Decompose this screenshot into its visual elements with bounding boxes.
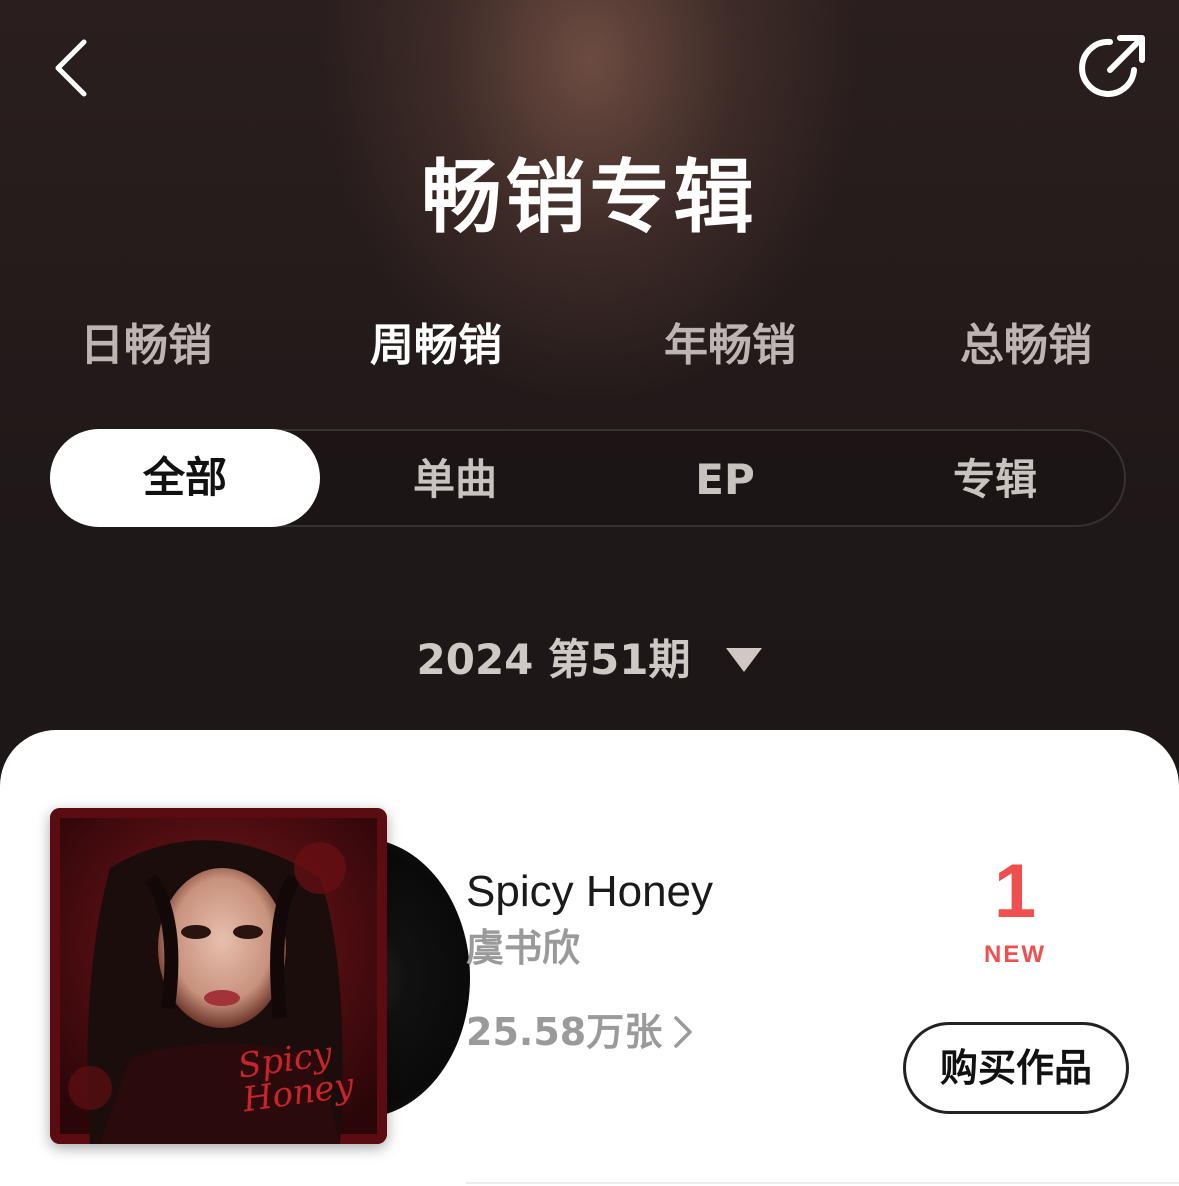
issue-label: 2024 第51期 — [416, 635, 691, 684]
tab-all-time[interactable]: 总畅销 — [960, 316, 1092, 376]
chevron-right-icon — [674, 1016, 692, 1048]
tab-yearly[interactable]: 年畅销 — [664, 316, 796, 376]
page-title: 畅销专辑 — [421, 151, 758, 244]
triangle-down-icon — [726, 648, 763, 672]
artist-name[interactable]: 虞书欣 — [466, 922, 580, 974]
filter-single[interactable]: 单曲 — [320, 431, 590, 529]
share-arrow-icon — [1079, 35, 1145, 97]
bestseller-albums-screen: 畅销专辑 日畅销 周畅销 年畅销 总畅销 单曲 EP 专辑 全部 2024 第5… — [0, 0, 1179, 1186]
album-cover[interactable]: Spicy Honey — [50, 808, 470, 1148]
album-title[interactable]: Spicy Honey — [466, 864, 713, 920]
sales-count: 25.58万张 — [466, 1010, 663, 1054]
cover-art: Spicy Honey — [50, 808, 387, 1144]
row-divider — [466, 1182, 1179, 1184]
sales-count-link[interactable]: 25.58万张 — [466, 1006, 698, 1058]
tab-daily[interactable]: 日畅销 — [80, 316, 212, 376]
filter-album[interactable]: 专辑 — [860, 431, 1130, 529]
buy-button[interactable]: 购买作品 — [903, 1022, 1129, 1114]
issue-selector[interactable]: 2024 第51期 — [0, 630, 1179, 690]
rank-number: 1 — [993, 849, 1037, 934]
tab-weekly[interactable]: 周畅销 — [370, 316, 502, 376]
filter-ep[interactable]: EP — [590, 431, 860, 529]
filter-all[interactable]: 全部 — [50, 429, 320, 527]
share-button[interactable] — [1076, 30, 1150, 104]
new-badge: NEW — [984, 941, 1046, 968]
back-button[interactable] — [44, 34, 108, 98]
chevron-left-icon — [55, 39, 87, 97]
